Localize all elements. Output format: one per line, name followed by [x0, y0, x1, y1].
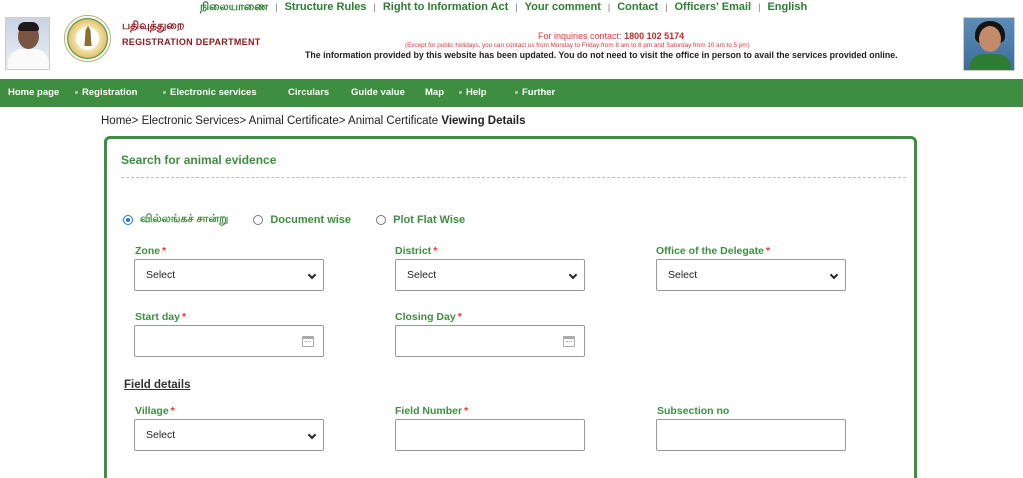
top-link-standing-order[interactable]: நிலையாணை: [200, 1, 268, 13]
district-select[interactable]: Select: [395, 259, 585, 291]
link-separator: |: [758, 2, 761, 12]
radio-label: Plot Flat Wise: [393, 214, 466, 226]
calendar-icon[interactable]: [302, 336, 314, 347]
nav-label: Guide value: [351, 87, 405, 98]
radio-selected-icon[interactable]: [123, 215, 133, 225]
zone-select[interactable]: Select: [134, 259, 324, 291]
top-links: நிலையாணை | Structure Rules | Right to Inform…: [200, 1, 860, 15]
nav-label: Electronic services: [170, 87, 257, 98]
office-select-value: Select: [668, 269, 698, 281]
district-select-value: Select: [407, 269, 437, 281]
hours-note: (Except for public holidays, you can con…: [405, 42, 750, 49]
field-number-label: Field Number *: [395, 405, 469, 417]
leader-photo: [963, 17, 1015, 71]
radio-plot-flat-wise[interactable]: Plot Flat Wise: [376, 214, 465, 226]
nav-home-page[interactable]: Home page: [8, 79, 59, 107]
district-label: District *: [395, 245, 438, 257]
village-label: Village *: [135, 405, 175, 417]
top-link-rti-act[interactable]: Right to Information Act: [383, 1, 508, 13]
nav-label: Circulars: [288, 87, 330, 98]
chevron-down-icon: [307, 430, 317, 440]
bullet-icon: [459, 90, 462, 94]
nav-registration[interactable]: Registration: [75, 79, 137, 107]
nav-label: Home page: [8, 87, 60, 98]
bullet-icon: [515, 90, 518, 94]
nav-guide-value[interactable]: Guide value: [351, 79, 405, 107]
chevron-down-icon: [568, 270, 578, 280]
field-details-heading: Field details: [124, 379, 191, 391]
office-label: Office of the Delegate *: [656, 245, 771, 257]
field-number-input[interactable]: [395, 419, 585, 451]
chief-minister-photo: [5, 17, 50, 70]
bullet-icon: [75, 90, 78, 94]
tamil-nadu-emblem-logo[interactable]: [64, 15, 111, 62]
village-select-value: Select: [146, 429, 176, 441]
search-type-radios: வில்லங்கச் சான்று Document wise Plot Fla…: [123, 213, 487, 228]
radio-unselected-icon[interactable]: [376, 215, 387, 225]
nav-label: Help: [466, 87, 487, 98]
nav-further[interactable]: Further: [515, 79, 555, 107]
top-link-your-comment[interactable]: Your comment: [525, 1, 601, 13]
inquiry-contact: For inquiries contact: 1800 102 5174: [538, 31, 684, 41]
bullet-icon: [163, 90, 166, 94]
zone-label: Zone *: [135, 245, 167, 257]
radio-label: Document wise: [270, 214, 352, 226]
search-card: Search for animal evidence வில்லங்கச் சா…: [104, 136, 917, 478]
site-header: நிலையாணை | Structure Rules | Right to Inform…: [0, 0, 1023, 78]
closing-day-label: Closing Day *: [395, 311, 462, 323]
nav-help[interactable]: Help: [459, 79, 487, 107]
inquiry-phone: 1800 102 5174: [624, 31, 685, 41]
radio-document-wise[interactable]: Document wise: [253, 214, 351, 226]
nav-label: Map: [425, 87, 444, 98]
start-day-input[interactable]: [134, 325, 324, 357]
link-separator: |: [373, 2, 376, 12]
main-nav: Home page Registration Electronic servic…: [0, 79, 1023, 107]
card-divider: [121, 177, 906, 178]
department-name-english: REGISTRATION DEPARTMENT: [122, 37, 261, 47]
top-link-contact[interactable]: Contact: [617, 1, 658, 13]
breadcrumb-current: Viewing Details: [441, 115, 526, 127]
subsection-label: Subsection no: [657, 405, 730, 417]
office-select[interactable]: Select: [656, 259, 846, 291]
link-separator: |: [275, 2, 278, 12]
nav-label: Registration: [82, 87, 138, 98]
card-title: Search for animal evidence: [121, 153, 277, 167]
nav-label: Further: [522, 87, 556, 98]
department-name-tamil: பதிவுத்துறை: [122, 20, 185, 32]
info-notice: The information provided by this website…: [305, 50, 898, 60]
closing-day-input[interactable]: [395, 325, 585, 357]
subsection-input[interactable]: [656, 419, 846, 451]
chevron-down-icon: [307, 270, 317, 280]
top-link-officers-email[interactable]: Officers' Email: [675, 1, 752, 13]
radio-unselected-icon[interactable]: [253, 215, 264, 225]
zone-select-value: Select: [146, 269, 176, 281]
nav-circulars[interactable]: Circulars: [288, 79, 329, 107]
inquiry-label: For inquiries contact:: [538, 31, 622, 41]
link-separator: |: [607, 2, 611, 12]
top-link-structure-rules[interactable]: Structure Rules: [285, 1, 367, 13]
nav-electronic-services[interactable]: Electronic services: [163, 79, 257, 107]
breadcrumb: Home> Electronic Services> Animal Certif…: [101, 115, 526, 127]
link-separator: |: [665, 2, 668, 12]
breadcrumb-path[interactable]: Home> Electronic Services> Animal Certif…: [101, 115, 438, 127]
calendar-icon[interactable]: [563, 336, 575, 347]
link-separator: |: [515, 2, 518, 12]
radio-label: வில்லங்கச் சான்று: [140, 213, 229, 225]
chevron-down-icon: [829, 270, 839, 280]
radio-encumbrance-certificate[interactable]: வில்லங்கச் சான்று: [123, 213, 228, 227]
village-select[interactable]: Select: [134, 419, 324, 451]
start-day-label: Start day *: [135, 311, 187, 323]
nav-map[interactable]: Map: [425, 79, 444, 107]
top-link-english[interactable]: English: [767, 1, 807, 13]
